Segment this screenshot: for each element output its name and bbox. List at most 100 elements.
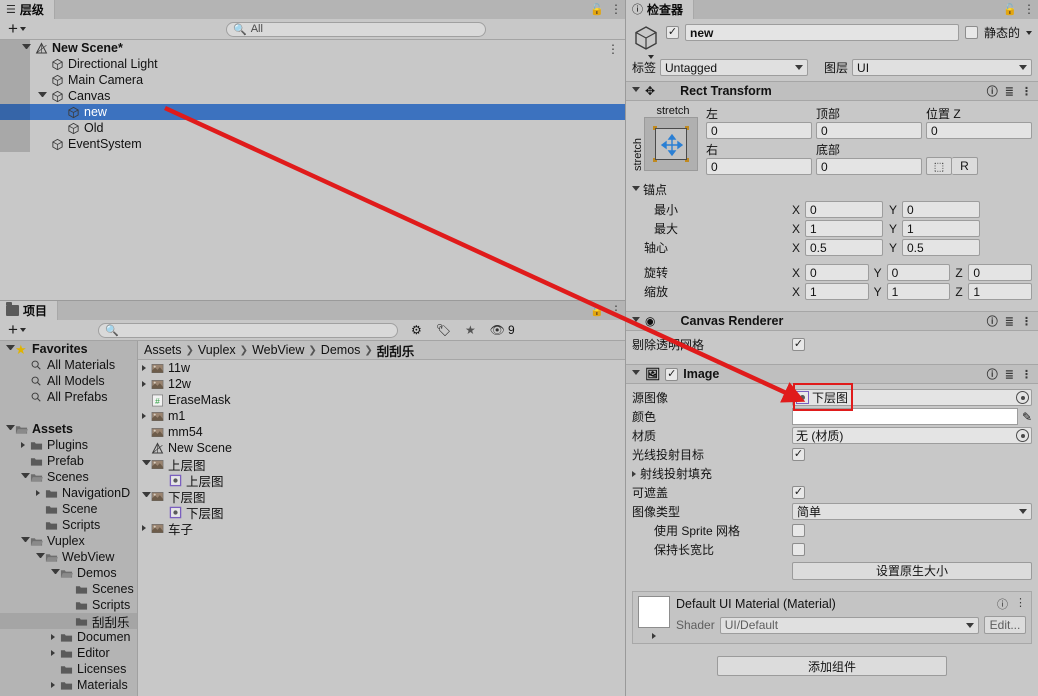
shader-dropdown[interactable]: UI/Default [719, 616, 979, 634]
object-picker-icon[interactable] [1016, 429, 1029, 442]
project-tree-item[interactable]: NavigationD [0, 485, 137, 501]
material-objectfield[interactable]: 无 (材质) [792, 427, 1032, 444]
anchor-max-y-input[interactable]: 1 [902, 220, 980, 237]
breadcrumb-item[interactable]: WebView [252, 343, 304, 357]
asset-list-item[interactable]: 下层图 [138, 504, 625, 521]
help-icon[interactable]: ⓘ [987, 366, 998, 382]
foldout-open-icon[interactable] [6, 425, 15, 433]
foldout-open-icon[interactable] [632, 87, 640, 95]
foldout-closed-icon[interactable] [51, 650, 60, 656]
breadcrumb[interactable]: Assets ❯ Vuplex ❯ WebView ❯ Demos ❯ 刮刮乐 [138, 341, 625, 360]
rotation-x-input[interactable]: 0 [805, 264, 869, 281]
rotation-y-input[interactable]: 0 [886, 264, 951, 281]
lock-icon[interactable]: 🔓 [590, 304, 604, 317]
hierarchy-search-input[interactable]: 🔍 All [226, 21, 486, 37]
preset-icon[interactable]: ≣ [1005, 368, 1014, 381]
tab-inspector[interactable]: ⓘ 检查器 [626, 0, 695, 19]
tag-dropdown[interactable]: Untagged [660, 59, 809, 76]
breadcrumb-item[interactable]: Demos [321, 343, 361, 357]
posz-input[interactable]: 0 [926, 122, 1032, 139]
color-swatch[interactable] [792, 408, 1018, 425]
top-input[interactable]: 0 [816, 122, 922, 139]
foldout-open-icon[interactable] [21, 537, 30, 545]
kebab-menu-icon[interactable]: ⋮ [610, 303, 622, 317]
help-icon[interactable]: ⓘ [997, 596, 1008, 612]
foldout-open-icon[interactable] [38, 92, 47, 100]
anchor-min-x-input[interactable]: 0 [805, 201, 883, 218]
asset-list-item[interactable]: mm54 [138, 424, 625, 440]
hierarchy-item-canvas[interactable]: Canvas [0, 88, 625, 104]
maskable-checkbox[interactable] [792, 486, 805, 499]
image-enabled-checkbox[interactable] [665, 367, 679, 381]
kebab-menu-icon[interactable]: ⋮ [1023, 2, 1035, 16]
hierarchy-item-newscene[interactable]: New Scene* [0, 40, 625, 56]
breadcrumb-item[interactable]: 刮刮乐 [377, 341, 415, 360]
kebab-menu-icon[interactable]: ⋮ [1021, 315, 1032, 328]
help-icon[interactable]: ⓘ [987, 83, 998, 99]
gameobject-name-input[interactable]: new [685, 24, 959, 41]
foldout-open-icon[interactable] [51, 569, 60, 577]
preset-icon[interactable]: ≣ [1005, 315, 1014, 328]
project-tree-item[interactable]: Prefab [0, 453, 137, 469]
asset-list-item[interactable]: # EraseMask [138, 392, 625, 408]
foldout-open-icon[interactable] [142, 460, 151, 468]
scene-kebab-menu-icon[interactable]: ⋮ [607, 42, 619, 56]
create-gameobject-button[interactable]: + [4, 20, 30, 38]
scale-y-input[interactable]: 1 [886, 283, 951, 300]
add-component-button[interactable]: 添加组件 [717, 656, 947, 676]
bottom-input[interactable]: 0 [816, 158, 922, 175]
asset-list-item[interactable]: 12w [138, 376, 625, 392]
foldout-open-icon[interactable] [632, 317, 640, 325]
right-input[interactable]: 0 [706, 158, 812, 175]
preserve-aspect-checkbox[interactable] [792, 543, 805, 556]
gameobject-enabled-checkbox[interactable] [666, 26, 679, 39]
blueprint-mode-button[interactable]: ⬚ [926, 157, 952, 175]
pivot-y-input[interactable]: 0.5 [902, 239, 980, 256]
filter-by-type-icon[interactable]: ⚙ [404, 323, 429, 337]
rect-transform-header[interactable]: ✥ Rect Transform ⓘ ≣ ⋮ [626, 81, 1038, 101]
edit-shader-button[interactable]: Edit... [984, 616, 1026, 634]
project-tree-item[interactable]: ★ Favorites [0, 341, 137, 357]
hierarchy-item-maincamera[interactable]: Main Camera [0, 72, 625, 88]
breadcrumb-item[interactable]: Vuplex [198, 343, 236, 357]
scale-z-input[interactable]: 1 [968, 283, 1033, 300]
material-foldout-icon[interactable] [652, 633, 656, 639]
project-tree-item[interactable]: Materials [0, 677, 137, 693]
project-tree-item[interactable]: Scenes [0, 581, 137, 597]
project-tree-item[interactable]: WebView [0, 549, 137, 565]
create-asset-button[interactable]: + [4, 321, 30, 339]
lock-icon[interactable]: 🔓 [1003, 3, 1017, 16]
set-native-size-button[interactable]: 设置原生大小 [792, 561, 1032, 580]
hierarchy-item-new[interactable]: new [0, 104, 625, 120]
anchors-foldout[interactable]: 锚点 [632, 181, 1032, 198]
foldout-open-icon[interactable] [632, 370, 640, 378]
scale-x-input[interactable]: 1 [805, 283, 869, 300]
project-search-input[interactable]: 🔍 [97, 322, 398, 338]
use-sprite-mesh-checkbox[interactable] [792, 524, 805, 537]
project-tree-item[interactable]: Scenes [0, 469, 137, 485]
object-picker-icon[interactable] [1016, 391, 1029, 404]
project-tree-item[interactable]: 刮刮乐 [0, 613, 137, 630]
pivot-x-input[interactable]: 0.5 [805, 239, 883, 256]
asset-list[interactable]: 11w 12w # EraseMask m1 mm54 New Scene 上层图 上层图 下层图… [138, 360, 625, 537]
image-type-dropdown[interactable]: 简单 [792, 503, 1032, 520]
layer-dropdown[interactable]: UI [852, 59, 1032, 76]
anchor-min-y-input[interactable]: 0 [902, 201, 980, 218]
cull-transparent-mesh-checkbox[interactable] [792, 338, 805, 351]
raw-edit-mode-button[interactable]: R [952, 157, 978, 175]
filter-by-label-icon[interactable]: 🏷 [429, 323, 458, 337]
foldout-closed-icon[interactable] [51, 634, 60, 640]
hierarchy-item-eventsystem[interactable]: EventSystem [0, 136, 625, 152]
left-input[interactable]: 0 [706, 122, 812, 139]
source-image-objectfield[interactable]: 下层图 [792, 389, 1032, 406]
asset-list-item[interactable]: New Scene [138, 440, 625, 456]
project-tree-item[interactable]: Vuplex [0, 533, 137, 549]
foldout-open-icon[interactable] [36, 553, 45, 561]
static-checkbox[interactable] [964, 26, 978, 39]
filter-favorites-star-icon[interactable]: ★ [458, 323, 483, 337]
hidden-packages-icon[interactable]: 👁 [483, 323, 508, 337]
kebab-menu-icon[interactable]: ⋮ [1021, 368, 1032, 381]
kebab-menu-icon[interactable]: ⋮ [1015, 596, 1026, 612]
project-tree-item[interactable]: Demos [0, 565, 137, 581]
anchor-preset-button[interactable] [644, 117, 698, 171]
